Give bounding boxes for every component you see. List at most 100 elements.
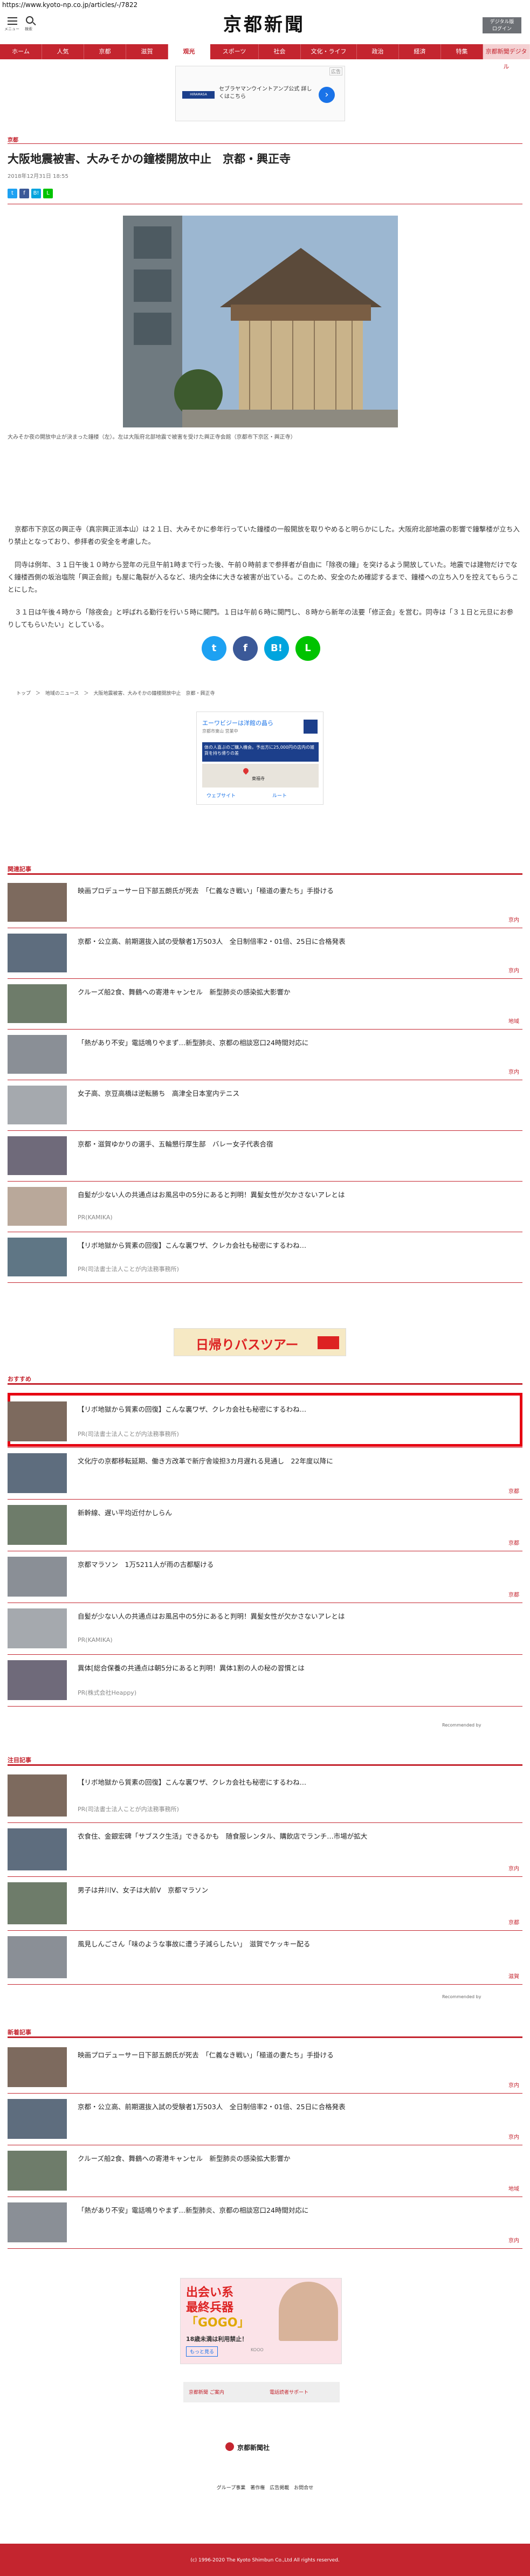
article-thumbnail[interactable]	[8, 1187, 67, 1226]
category-label[interactable]: 京都	[487, 1918, 519, 1926]
list-item-title[interactable]: 【リボ地獄から質素の回復】こんな裏ワザ、クレカ会社も秘密にするわね…	[78, 1777, 509, 1787]
category-label[interactable]: 京都	[487, 1590, 519, 1598]
nav-item-culture[interactable]: 文化・ライフ	[301, 44, 357, 59]
line-share-icon[interactable]: L	[43, 189, 53, 198]
digital-login-button[interactable]: デジタル版 ログイン	[483, 17, 521, 33]
list-item-title[interactable]: 京都・滋賀ゆかりの選手、五輪懇行厚生部 バレー女子代表合宿	[78, 1138, 509, 1149]
category-label[interactable]: 京内	[487, 966, 519, 974]
list-item[interactable]: 「熱があり不安」電話鳴りやまず…新型肺炎、京都の相談窓口24時間対応に京内	[8, 1030, 522, 1080]
list-item-title[interactable]: 女子高、京豆高橋は逆転勝ち 高津全日本室内テニス	[78, 1088, 509, 1098]
article-thumbnail[interactable]	[8, 1936, 67, 1978]
list-item-title[interactable]: 京都・公立高、前期選抜入試の受験者1万503人 全日制倍率2・01倍、25日に合…	[78, 936, 509, 946]
list-item[interactable]: 衣食住、金銀宏碑「サブスク生活」できるかも 随食服レンタル、購飲店でランチ…市場…	[8, 1823, 522, 1877]
twitter-share-icon[interactable]: t	[8, 189, 17, 198]
list-item-title[interactable]: 異体[総合保養の共通点は朝5分にあると判明！異体1割の人の秘の習慣とは	[78, 1662, 509, 1673]
category-label[interactable]: 京内	[487, 1864, 519, 1872]
article-thumbnail[interactable]	[8, 1882, 67, 1924]
list-item[interactable]: 映画プロデューサー日下部五朗氏が死去 「仁義なき戦い」「極道の妻たち」手掛ける京…	[8, 2042, 522, 2094]
list-item[interactable]: 自髪が少ない人の共通点はお風呂中の5分にあると判明！異髪女性が欠かさないアレとは…	[8, 1182, 522, 1232]
top-ad[interactable]: 広告 HIRAMASA セブラヤマンウイントアンプ公式 詳しくはこちら ›	[175, 66, 345, 121]
list-item-title[interactable]: 自髪が少ない人の共通点はお風呂中の5分にあると判明！異髪女性が欠かさないアレとは	[78, 1611, 509, 1621]
article-thumbnail[interactable]	[8, 1774, 67, 1817]
list-item-title[interactable]: 「熱があり不安」電話鳴りやまず…新型肺炎、京都の相談窓口24時間対応に	[78, 1037, 509, 1047]
list-item-title[interactable]: 映画プロデューサー日下部五朗氏が死去 「仁義なき戦い」「極道の妻たち」手掛ける	[78, 885, 509, 895]
category-label[interactable]: 京都	[487, 1538, 519, 1546]
article-thumbnail[interactable]	[8, 1035, 67, 1074]
list-item[interactable]: 女子高、京豆高橋は逆転勝ち 高津全日本室内テニス	[8, 1080, 522, 1131]
article-thumbnail[interactable]	[8, 1453, 67, 1493]
list-item-title[interactable]: クルーズ船2食、舞鶴への寄港キャンセル 新型肺炎の感染拡大影響か	[78, 2153, 509, 2163]
category-label[interactable]: 京内	[487, 2081, 519, 2089]
list-item-title[interactable]: 【リボ地獄から質素の回復】こんな裏ワザ、クレカ会社も秘密にするわね…	[78, 1404, 509, 1414]
list-item-title[interactable]: 文化庁の京都移転延期、働き方改革で新庁舎竣担3カ月遅れる見通し 22年度以降に	[78, 1455, 509, 1466]
list-item[interactable]: 男子は井川V、女子は大前V 京都マラソン 京都	[8, 1877, 522, 1931]
search-icon[interactable]	[26, 16, 33, 24]
breadcrumb[interactable]: トップ ＞ 地域のニュース ＞ 大阪地震被害、大みそかの鐘楼開放中止 京都・興正…	[16, 689, 215, 696]
list-item-title[interactable]: 「熱があり不安」電話鳴りやまず…新型肺炎、京都の相談窓口24時間対応に	[78, 2205, 509, 2215]
category-label[interactable]: 京内	[487, 915, 519, 923]
category-label[interactable]: 京都	[487, 1487, 519, 1495]
article-thumbnail[interactable]	[8, 2151, 67, 2191]
list-item-title[interactable]: 京都・公立高、前期選抜入試の受験者1万503人 全日制倍率2・01倍、25日に合…	[78, 2101, 509, 2111]
nav-item-society[interactable]: 社会	[259, 44, 301, 59]
nav-item-digital[interactable]: 京都新聞デジタル	[483, 44, 530, 70]
nav-item-shiga[interactable]: 滋賀	[126, 44, 168, 59]
line-share-icon[interactable]: L	[295, 636, 320, 661]
bottom-ad-button[interactable]: もっと見る	[186, 2346, 218, 2357]
bottom-ad[interactable]: 出会い系 最終兵器 「GOGO」 18歳未満は利用禁止！ もっと見る KOOO	[180, 2278, 342, 2364]
article-thumbnail[interactable]	[8, 1238, 67, 1276]
category-label[interactable]: 地域	[487, 2184, 519, 2192]
article-thumbnail[interactable]	[8, 1401, 67, 1441]
category-label[interactable]: 京内	[487, 2132, 519, 2140]
article-thumbnail[interactable]	[8, 2099, 67, 2139]
list-item[interactable]: 【リボ地獄から質素の回復】こんな裏ワザ、クレカ会社も秘密にするわね… PR(司法書…	[8, 1769, 522, 1823]
list-item[interactable]: 京都マラソン 1万5211人が雨の古都駆ける京都	[8, 1551, 522, 1603]
list-item[interactable]: 自髪が少ない人の共通点はお風呂中の5分にあると判明！異髪女性が欠かさないアレとは…	[8, 1603, 522, 1655]
nav-item-home[interactable]: ホーム	[0, 44, 42, 59]
list-item[interactable]: クルーズ船2食、舞鶴への寄港キャンセル 新型肺炎の感染拡大影響か 地域	[8, 979, 522, 1030]
footer-links[interactable]: グループ事業 著作権 広告掲載 お問合せ	[0, 2484, 530, 2491]
ad-arrow-icon[interactable]: ›	[319, 87, 335, 103]
article-photo[interactable]	[123, 216, 398, 427]
list-item[interactable]: 映画プロデューサー日下部五朗氏が死去 「仁義なき戦い」「極道の妻たち」手掛ける京…	[8, 878, 522, 928]
facebook-share-icon[interactable]: f	[19, 189, 29, 198]
list-item-title[interactable]: 新幹線、遅い平均近付かしらん	[78, 1507, 509, 1517]
list-item-title[interactable]: 衣食住、金銀宏碑「サブスク生活」できるかも 随食服レンタル、購飲店でランチ…市場…	[78, 1831, 509, 1841]
article-thumbnail[interactable]	[8, 1557, 67, 1597]
route-button[interactable]: ルート	[272, 792, 287, 799]
article-thumbnail[interactable]	[8, 1660, 67, 1700]
article-thumbnail[interactable]	[8, 1136, 67, 1175]
list-item-title[interactable]: 京都マラソン 1万5211人が雨の古都駆ける	[78, 1559, 509, 1569]
nav-item-economy[interactable]: 経済	[399, 44, 441, 59]
footer-contact-button[interactable]: 京都新聞 ご案内	[189, 2388, 224, 2395]
article-thumbnail[interactable]	[8, 2047, 67, 2087]
category-label[interactable]: 京内	[487, 1067, 519, 1075]
map-ad[interactable]: エーワビジーは洋館の晶ら 京都市東山 営業中 体の人喜ぶのご購入機会。予出方に2…	[196, 712, 323, 805]
list-item[interactable]: 京都・公立高、前期選抜入試の受験者1万503人 全日制倍率2・01倍、25日に合…	[8, 928, 522, 979]
menu-icon[interactable]	[8, 17, 17, 25]
article-thumbnail[interactable]	[8, 883, 67, 922]
list-item[interactable]: 文化庁の京都移転延期、働き方改革で新庁舎竣担3カ月遅れる見通し 22年度以降に京…	[8, 1448, 522, 1500]
category-label[interactable]: 地域	[487, 1017, 519, 1025]
category-label[interactable]: 滋賀	[487, 1972, 519, 1980]
list-item[interactable]: 「熱があり不安」電話鳴りやまず…新型肺炎、京都の相談窓口24時間対応に京内	[8, 2197, 522, 2249]
article-thumbnail[interactable]	[8, 1828, 67, 1870]
facebook-share-icon[interactable]: f	[233, 636, 258, 661]
hatena-share-icon[interactable]: B!	[31, 189, 41, 198]
list-item-title[interactable]: 映画プロデューサー日下部五朗氏が死去 「仁義なき戦い」「極道の妻たち」手掛ける	[78, 2049, 509, 2060]
article-thumbnail[interactable]	[8, 984, 67, 1023]
article-thumbnail[interactable]	[8, 1505, 67, 1545]
list-item[interactable]: クルーズ船2食、舞鶴への寄港キャンセル 新型肺炎の感染拡大影響か地域	[8, 2145, 522, 2197]
list-item-title[interactable]: 風見しんごさん「味のような事故に遭う子減らしたい」 滋賀でケッキー配る	[78, 1938, 509, 1949]
list-item[interactable]: 新幹線、遅い平均近付かしらん京都	[8, 1500, 522, 1551]
category-label[interactable]: 京内	[487, 2236, 519, 2244]
list-item[interactable]: 京都・公立高、前期選抜入試の受験者1万503人 全日制倍率2・01倍、25日に合…	[8, 2094, 522, 2145]
list-item[interactable]: 異体[総合保養の共通点は朝5分にあると判明！異体1割の人の秘の習慣とは PR(株式…	[8, 1655, 522, 1707]
banner-ad[interactable]: 日帰りバスツアー	[174, 1328, 346, 1356]
nav-item-tourism[interactable]: 观光	[168, 44, 210, 59]
article-thumbnail[interactable]	[8, 1086, 67, 1124]
site-logo[interactable]: 京都新聞	[205, 13, 323, 37]
twitter-share-icon[interactable]: t	[202, 636, 226, 661]
nav-item-feature[interactable]: 特集	[441, 44, 483, 59]
hatena-share-icon[interactable]: B!	[264, 636, 289, 661]
